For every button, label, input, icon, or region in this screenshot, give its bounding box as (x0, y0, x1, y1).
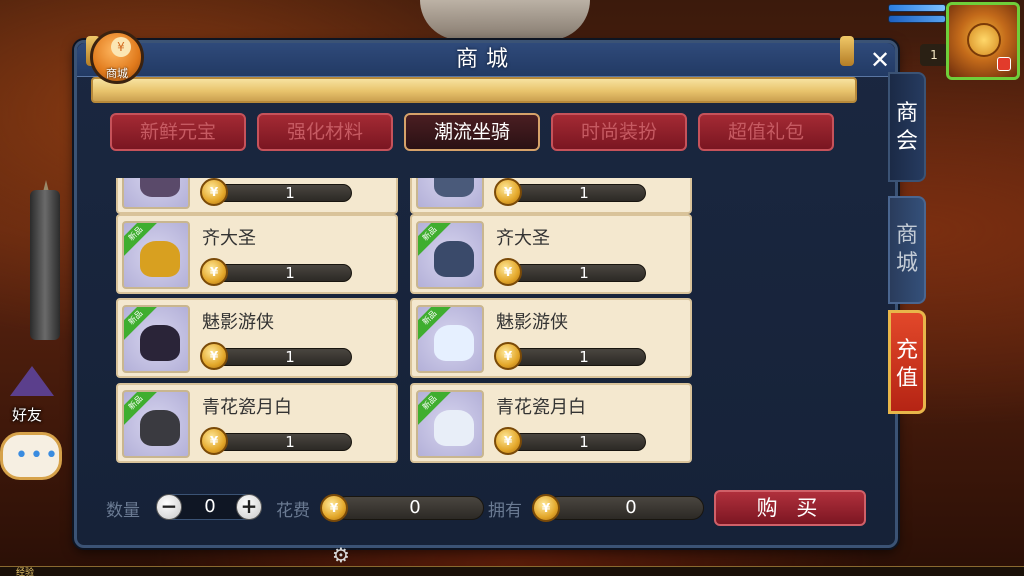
buy-button[interactable]: 购 买 (714, 490, 866, 526)
item-price: 1 (510, 264, 646, 282)
item-card[interactable]: 1 ¥ (116, 178, 398, 214)
item-card[interactable]: 新品 青花瓷月白 1 ¥ (410, 383, 692, 463)
coin-icon: ¥ (494, 178, 522, 206)
tab-upgrade-materials[interactable]: 强化材料 (257, 113, 393, 151)
owned-label: 拥有 (488, 501, 522, 521)
item-thumbnail (416, 178, 484, 209)
side-tab-guild[interactable]: 商会 (888, 72, 926, 182)
quantity-value[interactable]: 0 (186, 494, 234, 520)
background-pillar (30, 190, 60, 340)
item-thumbnail: 新品 (122, 221, 190, 289)
item-price: 1 (510, 184, 646, 202)
background-tower (420, 0, 590, 40)
item-thumbnail: 新品 (122, 305, 190, 373)
coin-icon: ¥ (532, 494, 560, 522)
item-price: 1 (510, 348, 646, 366)
mount-icon (434, 241, 474, 277)
mount-icon (140, 410, 180, 446)
coin-icon: ¥ (200, 178, 228, 206)
hud-status-bars (888, 4, 946, 26)
chat-button[interactable]: ••• (0, 432, 62, 480)
item-thumbnail: 新品 (416, 390, 484, 458)
tab-fresh-gold[interactable]: 新鲜元宝 (110, 113, 246, 151)
item-name: 魅影游侠 (496, 312, 568, 333)
item-name: 青花瓷月白 (496, 397, 586, 418)
coin-icon: ¥ (494, 342, 522, 370)
coin-icon: ¥ (494, 258, 522, 286)
player-avatar[interactable] (946, 2, 1020, 80)
coin-icon: ¥ (200, 427, 228, 455)
item-thumbnail: 新品 (416, 221, 484, 289)
mount-icon (434, 178, 474, 197)
yen-coin-icon: ¥ (111, 37, 131, 57)
item-card[interactable]: 新品 青花瓷月白 1 ¥ (116, 383, 398, 463)
item-price: 1 (216, 348, 352, 366)
quantity-plus-button[interactable]: + (236, 494, 262, 520)
coin-icon: ¥ (200, 342, 228, 370)
item-card[interactable]: 新品 齐大圣 1 ¥ (410, 214, 692, 294)
exp-label: 经验 (16, 568, 35, 576)
chat-dots-icon: ••• (15, 443, 60, 468)
item-card[interactable]: 1 ¥ (410, 178, 692, 214)
side-tab-shop[interactable]: 商城 (888, 196, 926, 304)
item-name: 魅影游侠 (202, 312, 274, 333)
lion-face-icon (967, 23, 1001, 57)
side-tab-recharge[interactable]: 充值 (888, 310, 926, 414)
coin-icon: ¥ (320, 494, 348, 522)
owned-value: 0 (546, 496, 704, 520)
item-price: 1 (216, 264, 352, 282)
notification-dot (997, 57, 1011, 71)
item-thumbnail: 新品 (416, 305, 484, 373)
mount-icon (434, 410, 474, 446)
hp-bar (888, 4, 946, 12)
item-name: 齐大圣 (496, 228, 550, 249)
cost-value: 0 (334, 496, 484, 520)
item-card[interactable]: 新品 魅影游侠 1 ¥ (116, 298, 398, 378)
item-card[interactable]: 新品 魅影游侠 1 ¥ (410, 298, 692, 378)
shop-badge: ¥ 商城 (90, 30, 144, 84)
item-thumbnail: 新品 (122, 390, 190, 458)
tab-mounts[interactable]: 潮流坐骑 (404, 113, 540, 151)
gear-icon[interactable]: ⚙ (330, 544, 352, 566)
coin-icon: ¥ (494, 427, 522, 455)
scroll-end-right (840, 36, 854, 66)
quantity-minus-button[interactable]: − (156, 494, 182, 520)
panel-title: 商城 (455, 47, 516, 72)
mount-icon (140, 178, 180, 197)
player-level: 1 (920, 44, 948, 66)
cost-label: 花费 (276, 501, 310, 521)
tab-fashion[interactable]: 时尚装扮 (551, 113, 687, 151)
item-price: 1 (216, 184, 352, 202)
wizard-hat-icon (10, 366, 54, 396)
friends-label: 好友 (12, 406, 43, 424)
close-button[interactable]: ✕ (867, 47, 893, 73)
item-card[interactable]: 新品 齐大圣 1 ¥ (116, 214, 398, 294)
mount-icon (140, 241, 180, 277)
item-thumbnail (122, 178, 190, 209)
friends-button[interactable]: 好友 (2, 366, 62, 424)
mount-icon (434, 325, 474, 361)
item-name: 齐大圣 (202, 228, 256, 249)
tab-gift-packs[interactable]: 超值礼包 (698, 113, 834, 151)
coin-icon: ¥ (200, 258, 228, 286)
item-name: 青花瓷月白 (202, 397, 292, 418)
item-price: 1 (510, 433, 646, 451)
mount-icon (140, 325, 180, 361)
title-scroll-banner (91, 77, 857, 103)
item-grid: 1 ¥ 1 ¥ 新品 齐大圣 1 ¥ 新品 齐大圣 1 ¥ 新品 魅影游侠 1 … (116, 178, 696, 464)
mp-bar (888, 15, 946, 23)
exp-bar (0, 566, 1024, 576)
shop-badge-label: 商城 (106, 67, 128, 80)
quantity-label: 数量 (106, 501, 140, 521)
item-price: 1 (216, 433, 352, 451)
